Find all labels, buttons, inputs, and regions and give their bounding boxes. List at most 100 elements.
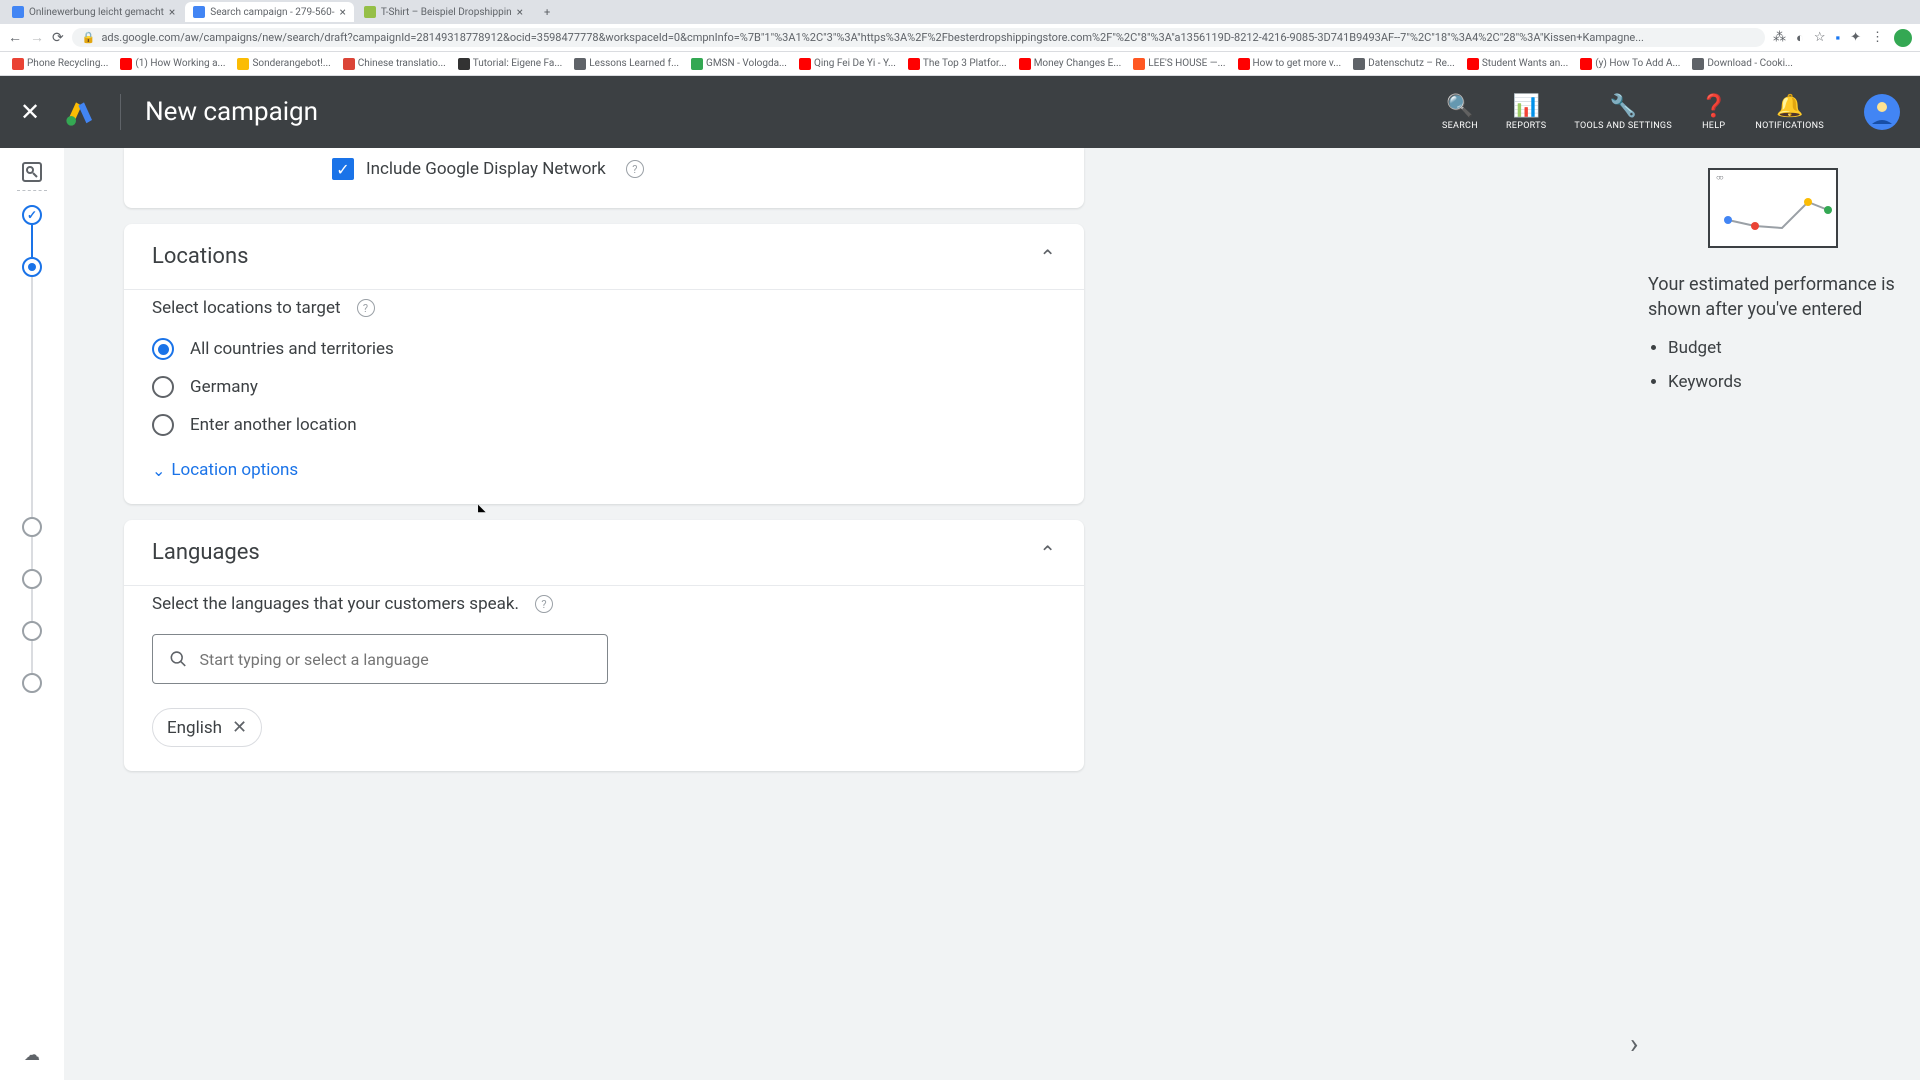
step-current[interactable]	[22, 257, 42, 277]
bookmark-item[interactable]: How to get more v...	[1234, 56, 1346, 72]
estimate-list: Budget Keywords	[1648, 338, 1896, 392]
tab-title: T-Shirt – Beispiel Dropshippin	[381, 7, 512, 18]
radio-all-countries[interactable]: All countries and territories	[152, 338, 1056, 360]
profile-icon[interactable]	[1894, 29, 1912, 47]
app-header: ✕ New campaign 🔍 SEARCH 📊 REPORTS 🔧 TOOL…	[0, 76, 1920, 148]
step-future[interactable]	[22, 621, 42, 641]
estimate-panel: Your estimated performance is shown afte…	[1624, 148, 1920, 1080]
chevron-up-icon: ⌃	[1039, 541, 1056, 565]
bookmark-item[interactable]: Download - Cooki...	[1688, 56, 1797, 72]
browser-tab[interactable]: T-Shirt – Beispiel Dropshippin ×	[356, 2, 531, 22]
tab-title: Search campaign - 279-560-	[210, 7, 334, 18]
help-icon[interactable]: ?	[535, 595, 553, 613]
browser-tab[interactable]: Onlinewerbung leicht gemacht ×	[4, 2, 183, 22]
languages-subhead: Select the languages that your customers…	[152, 594, 1056, 614]
cloud-icon[interactable]: ☁	[24, 1045, 40, 1064]
remove-chip-icon[interactable]: ✕	[232, 717, 247, 738]
checkbox-label: Include Google Display Network	[366, 159, 606, 179]
bookmark-item[interactable]: (1) How Working a...	[116, 56, 229, 72]
bookmark-item[interactable]: Qing Fei De Yi - Y...	[795, 56, 900, 72]
menu-icon[interactable]: ⋮	[1871, 30, 1884, 45]
help-icon[interactable]: ?	[357, 299, 375, 317]
bookmark-item[interactable]: Sonderangebot!...	[233, 56, 334, 72]
language-input-field[interactable]	[200, 650, 591, 669]
lock-icon: 🔒	[82, 31, 96, 44]
bookmark-item[interactable]: The Top 3 Platfor...	[904, 56, 1011, 72]
search-button[interactable]: 🔍 SEARCH	[1442, 94, 1478, 131]
divider	[120, 94, 121, 130]
estimate-item: Keywords	[1668, 372, 1896, 392]
bookmark-item[interactable]: Datenschutz – Re...	[1349, 56, 1459, 72]
share-icon[interactable]: ◐	[1796, 30, 1804, 46]
help-button[interactable]: ❓ HELP	[1700, 94, 1727, 131]
estimate-text: Your estimated performance is shown afte…	[1648, 272, 1896, 322]
radio-button	[152, 338, 174, 360]
new-tab-button[interactable]: +	[537, 2, 557, 22]
locations-subhead: Select locations to target ?	[152, 298, 1056, 318]
radio-button	[152, 414, 174, 436]
close-icon[interactable]: ×	[340, 5, 346, 19]
bookmark-item[interactable]: Chinese translatio...	[339, 56, 450, 72]
browser-tab-active[interactable]: Search campaign - 279-560- ×	[185, 2, 354, 22]
notifications-button[interactable]: 🔔 NOTIFICATIONS	[1755, 94, 1824, 131]
radio-another-location[interactable]: Enter another location	[152, 414, 1056, 436]
bookmark-item[interactable]: Lessons Learned f...	[570, 56, 683, 72]
cursor: ◣	[478, 503, 486, 504]
bookmark-item[interactable]: Student Wants an...	[1463, 56, 1572, 72]
tools-button[interactable]: 🔧 TOOLS AND SETTINGS	[1574, 94, 1672, 131]
step-future[interactable]	[22, 569, 42, 589]
chart-icon: 📊	[1512, 94, 1539, 119]
estimate-item: Budget	[1668, 338, 1896, 358]
next-arrow-icon[interactable]: ›	[1630, 1027, 1638, 1060]
bookmark-item[interactable]: Tutorial: Eigene Fa...	[454, 56, 567, 72]
address-bar[interactable]: 🔒 ads.google.com/aw/campaigns/new/search…	[72, 28, 1765, 47]
url-bar-row: ← → ⟳ 🔒 ads.google.com/aw/campaigns/new/…	[0, 24, 1920, 52]
bookmark-item[interactable]: (y) How To Add A...	[1576, 56, 1684, 72]
locations-card: Locations ⌃ Select locations to target ?…	[124, 224, 1084, 504]
google-ads-logo	[64, 96, 96, 128]
url-text: ads.google.com/aw/campaigns/new/search/d…	[101, 31, 1644, 44]
step-done[interactable]	[22, 205, 42, 225]
page-title: New campaign	[145, 97, 1442, 127]
help-icon[interactable]: ?	[626, 160, 644, 178]
bookmark-item[interactable]: Phone Recycling...	[8, 56, 112, 72]
chevron-up-icon: ⌃	[1039, 245, 1056, 269]
overview-icon[interactable]	[20, 160, 44, 184]
extensions-icon[interactable]: ✦	[1850, 30, 1861, 45]
bookmark-item[interactable]: GMSN - Vologda...	[687, 56, 791, 72]
close-button[interactable]: ✕	[20, 98, 40, 126]
bookmark-icon[interactable]: ☆	[1814, 30, 1826, 45]
stepper: ☁	[0, 148, 64, 1080]
radio-germany[interactable]: Germany	[152, 376, 1056, 398]
translate-icon[interactable]: ⁂	[1773, 30, 1786, 45]
estimate-chart	[1708, 168, 1838, 248]
chevron-down-icon: ⌄	[152, 461, 165, 480]
reload-icon[interactable]: ⟳	[52, 30, 64, 46]
bell-icon: 🔔	[1776, 94, 1803, 119]
language-input[interactable]	[152, 634, 608, 684]
location-options-expander[interactable]: ⌄ Location options	[152, 460, 1056, 480]
languages-header[interactable]: Languages ⌃	[124, 520, 1084, 585]
locations-header[interactable]: Locations ⌃	[124, 224, 1084, 289]
tab-favicon	[364, 6, 376, 18]
tab-favicon	[12, 6, 24, 18]
browser-tab-strip: Onlinewerbung leicht gemacht × Search ca…	[0, 0, 1920, 24]
networks-card: ✓ Include Google Display Network ?	[124, 148, 1084, 208]
close-icon[interactable]: ×	[517, 5, 523, 19]
step-future[interactable]	[22, 673, 42, 693]
close-icon[interactable]: ×	[169, 5, 175, 19]
back-icon[interactable]: ←	[8, 29, 22, 46]
forward-icon[interactable]: →	[30, 29, 44, 46]
search-icon	[169, 649, 188, 669]
reports-button[interactable]: 📊 REPORTS	[1506, 94, 1546, 131]
url-action-icons: ⁂ ◐ ☆ ▪ ✦ ⋮	[1773, 29, 1912, 47]
extension-icon[interactable]: ▪	[1835, 30, 1840, 46]
avatar[interactable]	[1864, 94, 1900, 130]
step-future[interactable]	[22, 517, 42, 537]
help-icon: ❓	[1700, 94, 1727, 119]
bookmarks-bar: Phone Recycling... (1) How Working a... …	[0, 52, 1920, 76]
search-icon: 🔍	[1446, 94, 1473, 119]
bookmark-item[interactable]: LEE'S HOUSE —...	[1129, 56, 1229, 72]
display-network-checkbox[interactable]: ✓	[332, 158, 354, 180]
bookmark-item[interactable]: Money Changes E...	[1015, 56, 1126, 72]
